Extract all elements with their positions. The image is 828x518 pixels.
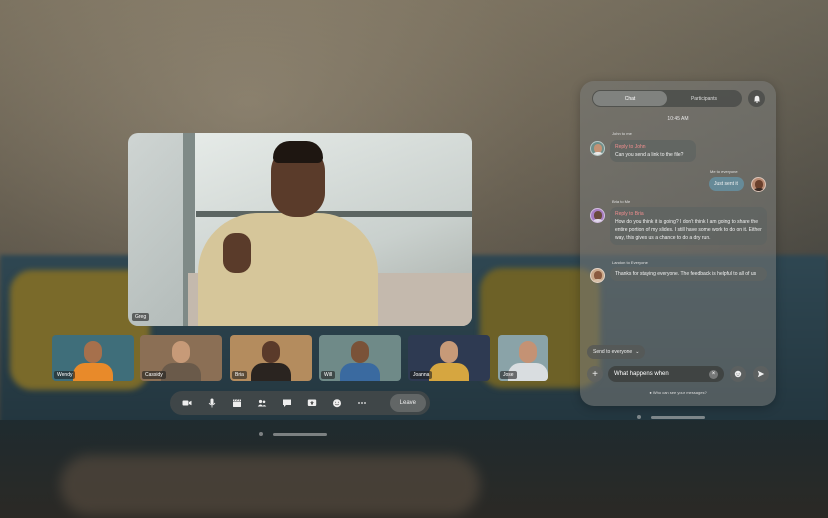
chevron-down-icon: ⌄ [635,349,640,355]
person-icon: ● [649,390,652,395]
add-attachment-button[interactable]: + [587,366,603,382]
window-close-dot[interactable] [259,432,263,436]
avatar [590,141,605,156]
main-video-tile[interactable]: Greg [128,133,472,326]
message-text: Just sent it [714,181,738,187]
message-meta: Bria to Me [612,199,631,204]
participant-name-tag: Cassidy [142,371,166,379]
send-icon [757,370,765,378]
tab-chat[interactable]: Chat [593,91,667,106]
thumb-torso [251,363,291,381]
thumb-torso [340,363,380,381]
window-close-dot[interactable] [637,415,641,419]
chat-timestamp: 10:45 AM [667,116,689,122]
participant-thumbnail[interactable]: Will [319,335,401,381]
leave-button[interactable]: Leave [389,394,426,412]
participant-name-tag: Wendy [54,371,76,379]
reactions-icon[interactable] [324,393,349,413]
thumb-face [440,341,458,363]
chat-message: Thanks for staying everyone. The feedbac… [610,267,767,281]
background-table [60,455,480,515]
thumb-face [519,341,537,363]
video-icon[interactable] [174,393,199,413]
chat-panel: Chat Participants 10:45 AM John to me Re… [580,81,776,406]
thumb-face [351,341,369,363]
avatar [590,208,605,223]
clear-icon[interactable]: × [709,369,718,379]
chat-message: Just sent it [709,177,744,191]
privacy-note-text: Who can see your messages? [652,390,707,395]
message-input[interactable]: What happens when × [608,366,724,382]
participant-thumbnail[interactable]: Bria [230,335,312,381]
clapperboard-icon[interactable] [224,393,249,413]
chat-icon[interactable] [274,393,299,413]
window-grab-bar[interactable] [651,416,705,419]
message-text: Can you send a link to the file? [615,152,684,158]
chat-message: Reply to John Can you send a link to the… [610,140,696,162]
bell-icon[interactable] [748,90,765,107]
more-icon[interactable] [349,393,374,413]
chat-message: Reply to Bria How do you think it is goi… [610,207,767,245]
participant-thumbnail-strip: Wendy Cassidy Bria Will Joanna Jose [52,335,548,381]
thumb-torso [429,363,469,381]
participant-thumbnail[interactable]: Joanna [408,335,490,381]
plus-icon: + [592,368,598,380]
participant-name-tag: Joanna [410,371,433,379]
participants-icon[interactable] [249,393,274,413]
participant-name-tag: Will [321,371,336,379]
thumb-torso [73,363,113,381]
meeting-control-bar: Leave [170,391,430,415]
participant-name-tag: Bria [232,371,247,379]
participant-name-tag: Jose [500,371,517,379]
send-to-dropdown[interactable]: Send to everyone ⌄ [587,345,646,359]
message-meta: John to me [612,131,632,136]
tab-participants[interactable]: Participants [667,91,741,106]
window-grab-bar[interactable] [273,433,327,436]
microphone-icon[interactable] [199,393,224,413]
avatar-body [592,152,604,155]
avatar [590,268,605,283]
avatar [751,177,766,192]
send-to-label: Send to everyone [593,349,633,355]
avatar-body [753,188,765,191]
emoji-button[interactable] [730,366,746,382]
thumb-torso [161,363,201,381]
avatar-body [592,219,604,222]
participant-thumbnail[interactable]: Wendy [52,335,134,381]
avatar-body [592,279,604,282]
message-text: How do you think it is going? I don't th… [615,219,762,241]
thumb-face [84,341,102,363]
reply-label[interactable]: Reply to Bria [615,210,762,218]
emoji-icon [734,370,742,378]
thumb-face [262,341,280,363]
thumb-face [172,341,190,363]
chat-tab-switcher: Chat Participants [592,90,742,107]
message-meta: Landon to Everyone [612,260,648,265]
participant-thumbnail[interactable]: Jose [498,335,548,381]
share-screen-icon[interactable] [299,393,324,413]
message-text: Thanks for staying everyone. The feedbac… [615,271,757,277]
speaker-figure [223,233,251,273]
speaker-figure [198,213,378,326]
message-meta: Me to everyone [710,169,738,174]
send-button[interactable] [753,366,769,382]
participant-thumbnail[interactable]: Cassidy [140,335,222,381]
message-input-value: What happens when [614,371,669,377]
privacy-note[interactable]: ● Who can see your messages? [580,390,776,395]
speaker-figure [273,141,323,163]
reply-label[interactable]: Reply to John [615,143,691,151]
participant-name-tag: Greg [132,313,150,321]
